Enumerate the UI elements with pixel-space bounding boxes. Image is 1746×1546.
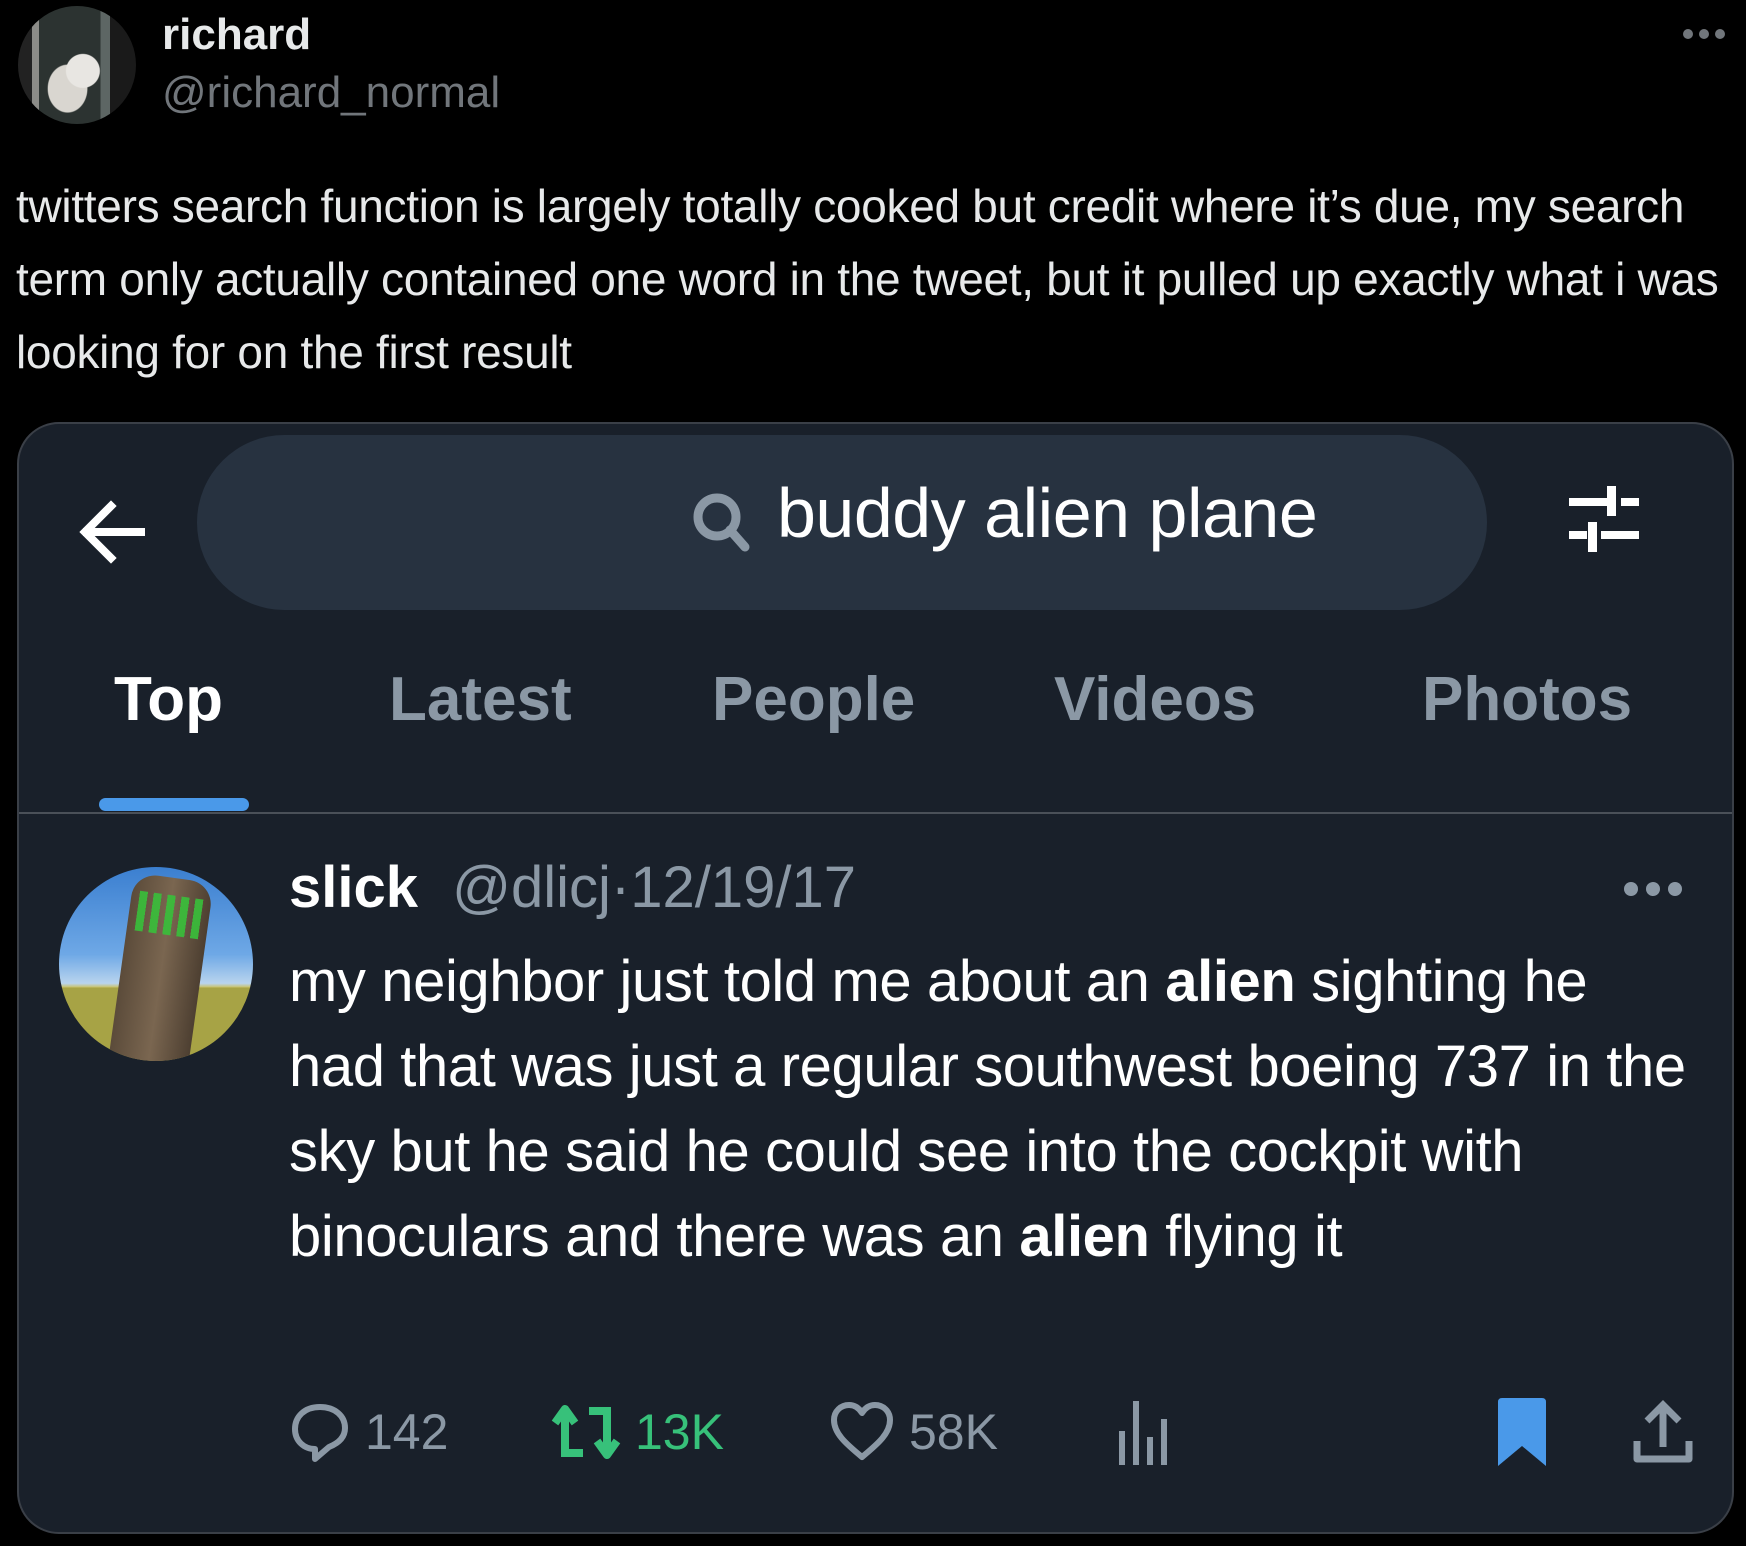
tab-latest[interactable]: Latest — [389, 664, 572, 735]
sliders-icon — [1569, 486, 1639, 552]
author-avatar[interactable] — [18, 6, 136, 124]
reply-count: 142 — [365, 1404, 449, 1460]
author-display-name[interactable]: richard — [162, 10, 311, 60]
bookmark-button[interactable] — [1494, 1392, 1550, 1472]
analytics-icon — [1119, 1401, 1167, 1465]
result-author-avatar[interactable] — [59, 867, 253, 1061]
more-options-button[interactable] — [1683, 24, 1733, 44]
attached-screenshot[interactable]: buddy alien plane Top Latest People Vide… — [17, 422, 1734, 1534]
tab-top[interactable]: Top — [114, 664, 223, 735]
result-tweet-header: slick @dlicj·12/19/17 — [289, 854, 856, 921]
result-author-name[interactable]: slick — [289, 855, 418, 920]
bookmark-filled-icon — [1498, 1398, 1546, 1466]
highlighted-match: alien — [1019, 1204, 1150, 1269]
tab-people[interactable]: People — [712, 664, 915, 735]
more-dot — [1668, 882, 1682, 896]
result-tweet-text: my neighbor just told me about an alien … — [289, 939, 1689, 1279]
result-author-handle[interactable]: @dlicj — [452, 855, 611, 920]
more-dot — [1699, 29, 1709, 39]
search-input[interactable]: buddy alien plane — [197, 435, 1487, 610]
search-filter-button[interactable] — [1559, 476, 1649, 566]
text-segment: flying it — [1149, 1204, 1343, 1269]
author-handle[interactable]: @richard_normal — [162, 68, 500, 118]
post-text: twitters search function is largely tota… — [16, 180, 1719, 378]
tab-videos[interactable]: Videos — [1054, 664, 1256, 735]
reply-icon — [292, 1404, 348, 1462]
more-horizontal-icon — [1683, 29, 1693, 39]
result-more-options-button[interactable] — [1624, 879, 1688, 899]
active-tab-indicator — [99, 798, 249, 811]
more-horizontal-icon — [1624, 882, 1638, 896]
result-tweet-date[interactable]: 12/19/17 — [630, 855, 856, 920]
more-dot — [1646, 882, 1660, 896]
search-query: buddy alien plane — [777, 474, 1318, 552]
tab-photos[interactable]: Photos — [1422, 664, 1632, 735]
share-button[interactable] — [1631, 1392, 1695, 1472]
more-dot — [1715, 29, 1725, 39]
separator: · — [610, 855, 631, 920]
retweet-count: 13K — [635, 1404, 724, 1460]
like-count: 58K — [909, 1404, 998, 1460]
search-tabs: Top Latest People Videos Photos — [19, 664, 1732, 816]
like-button[interactable]: 58K — [829, 1392, 998, 1472]
share-icon — [1633, 1400, 1693, 1463]
highlighted-match: alien — [1165, 949, 1296, 1014]
search-icon — [693, 493, 750, 552]
divider — [19, 812, 1732, 814]
retweet-button[interactable]: 13K — [551, 1392, 724, 1472]
retweet-icon — [551, 1405, 621, 1459]
arrow-left-icon — [79, 500, 145, 564]
views-button[interactable] — [1111, 1392, 1173, 1472]
tweet-actions: 142 13K 58K — [289, 1392, 1709, 1472]
reply-button[interactable]: 142 — [289, 1392, 448, 1472]
heart-icon — [831, 1402, 893, 1460]
text-segment: my neighbor just told me about an — [289, 949, 1166, 1014]
back-button[interactable] — [67, 482, 167, 582]
